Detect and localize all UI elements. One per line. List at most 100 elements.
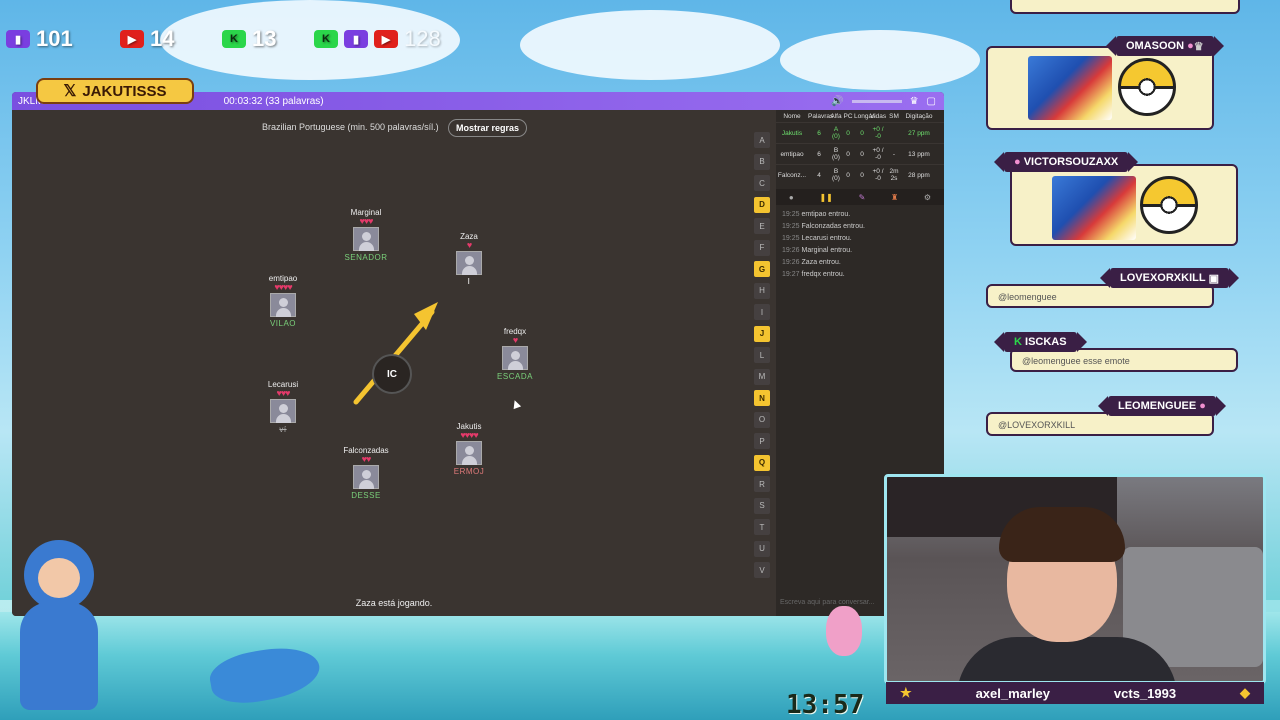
pokeball-emote [1118,58,1176,116]
player-word: ví [279,425,287,434]
letter-slot: C [754,175,770,191]
pause-icon[interactable]: ❚❚ [819,193,832,202]
game-chat-input[interactable]: Escreva aqui para conversar... [780,599,875,606]
chat-line: 19:25 emtipao entrou. [782,211,851,218]
kick-icon: K [314,30,338,48]
cell: 0 [860,171,864,179]
letter-slot: A [754,132,770,148]
chat-username: ● VICTORSOUZAXX [993,152,1139,172]
stream-chat-card [1010,0,1240,14]
cell: 0 [846,150,850,158]
webcam-nameplate: ★ axel_marley vcts_1993 ◆ [886,682,1264,704]
player-card: Marginal ♥♥♥ SENADOR [326,208,406,262]
player-word: VILAO [269,319,297,328]
col-header: Palavras [808,112,834,120]
cell: 27 ppm [908,129,930,137]
scoreboard-row: Jakutis 6 A (0) 0 0 +0 / -0 27 ppm [776,122,944,143]
letter-bonus-column: ABCDEFGHIJLMNOPQRSTUV [754,132,772,584]
total-counter: K ▮ ▶ 128 [314,24,441,54]
heart-icon: ♥♥♥ [359,216,373,226]
heart-icon: ♥ [512,335,518,345]
letter-slot: F [754,239,770,256]
chat-message: @leomenguee esse emote [1022,356,1130,366]
youtube-icon: ▶ [374,30,398,48]
letter-slot: L [754,347,770,363]
twitch-icon: ▮ [6,30,30,48]
avatar [270,293,296,317]
person-body [957,637,1177,681]
cell: 2m 2s [889,168,899,182]
col-header: Vidas [870,112,887,120]
chat-username: LEOMENGUEE ● [1098,396,1226,416]
cell: +0 / -0 [872,147,884,161]
player-card: Lecarusi ♥♥♥ ví [243,380,323,434]
cell: 28 ppm [908,171,930,179]
crown-icon[interactable]: ♛ [910,96,919,107]
chat-line: 19:25 Lecarusi entrou. [782,235,852,242]
kick-icon: K [222,30,246,48]
twitch-count: 101 [36,26,73,51]
twitch-icon: ▮ [344,30,368,48]
gear-icon[interactable]: ⚙ [924,193,931,202]
player-card: fredqx ♥ ESCADA [475,327,555,381]
star-icon: ★ [900,685,912,700]
cell: 0 [846,171,850,179]
chat-line: 19:26 Zaza entrou. [782,259,841,266]
letter-slot: N [754,390,770,406]
avatar [456,251,482,275]
chat-line: 19:27 fredqx entrou. [782,271,845,278]
volume-icon[interactable]: 🔊 [831,96,843,107]
col-header: Alfa [830,112,842,120]
show-rules-button[interactable]: Mostrar regras [448,119,528,137]
chat-line: 19:26 Marginal entrou. [782,247,853,254]
avatar [456,441,482,465]
chat-username: LOVEXORXKILL ▣ [1099,268,1240,288]
player-word: I [467,277,471,286]
webcam-right-name: vcts_1993 [1113,685,1177,701]
letter-slot: B [754,153,770,170]
heart-icon: ♥♥♥ [276,388,290,398]
letter-slot: U [754,540,770,557]
pokeball-emote [1140,176,1198,234]
youtube-count: 14 [150,26,175,51]
feather-icon[interactable]: ✎ [859,193,866,202]
avatar [353,227,379,251]
letter-slot: J [754,325,770,342]
fullscreen-icon[interactable]: ▢ [927,96,936,107]
player-card: Jakutis ♥♥♥♥ ERMOJ [429,422,509,476]
mouse-cursor [510,398,522,410]
letter-slot: S [754,497,770,514]
chat-tab-icon[interactable]: ● [789,193,794,202]
col-header: SM [889,112,899,120]
letter-slot: E [754,218,770,234]
avatar [270,399,296,423]
language-label: Brazilian Portuguese (min. 500 palavras/… [262,122,439,132]
heart-icon: ♥♥♥♥ [274,282,292,292]
stream-clock: 13:57 [786,690,865,720]
syllable-bomb: IC [372,354,412,394]
mascot-body [20,602,98,710]
chat-tabs: ● ❚❚ ✎ ♜ ⚙ [776,189,944,205]
letter-slot: V [754,562,770,578]
total-count: 128 [404,26,441,51]
letter-slot: H [754,282,770,299]
mascot-face [38,558,80,598]
cell: 13 ppm [908,150,930,158]
kick-counter: K 13 [222,24,276,54]
cloud [780,30,980,90]
letter-slot: T [754,519,770,535]
cell: B (0) [832,168,840,182]
cell: Falconz... [777,171,807,179]
volume-slider[interactable] [851,99,902,103]
letter-slot: P [754,433,770,449]
webcam-left-name: axel_marley [975,685,1051,701]
diamond-icon: ◆ [1240,685,1250,700]
player-card: Zaza ♥ I [429,232,509,286]
cell: 0 [860,129,864,137]
cell: emtipao [780,150,804,158]
player-word: ERMOJ [453,467,485,476]
youtube-icon: ▶ [120,30,144,48]
letter-slot: G [754,261,770,277]
cell: - [892,150,896,158]
trophy-icon[interactable]: ♜ [891,193,898,202]
